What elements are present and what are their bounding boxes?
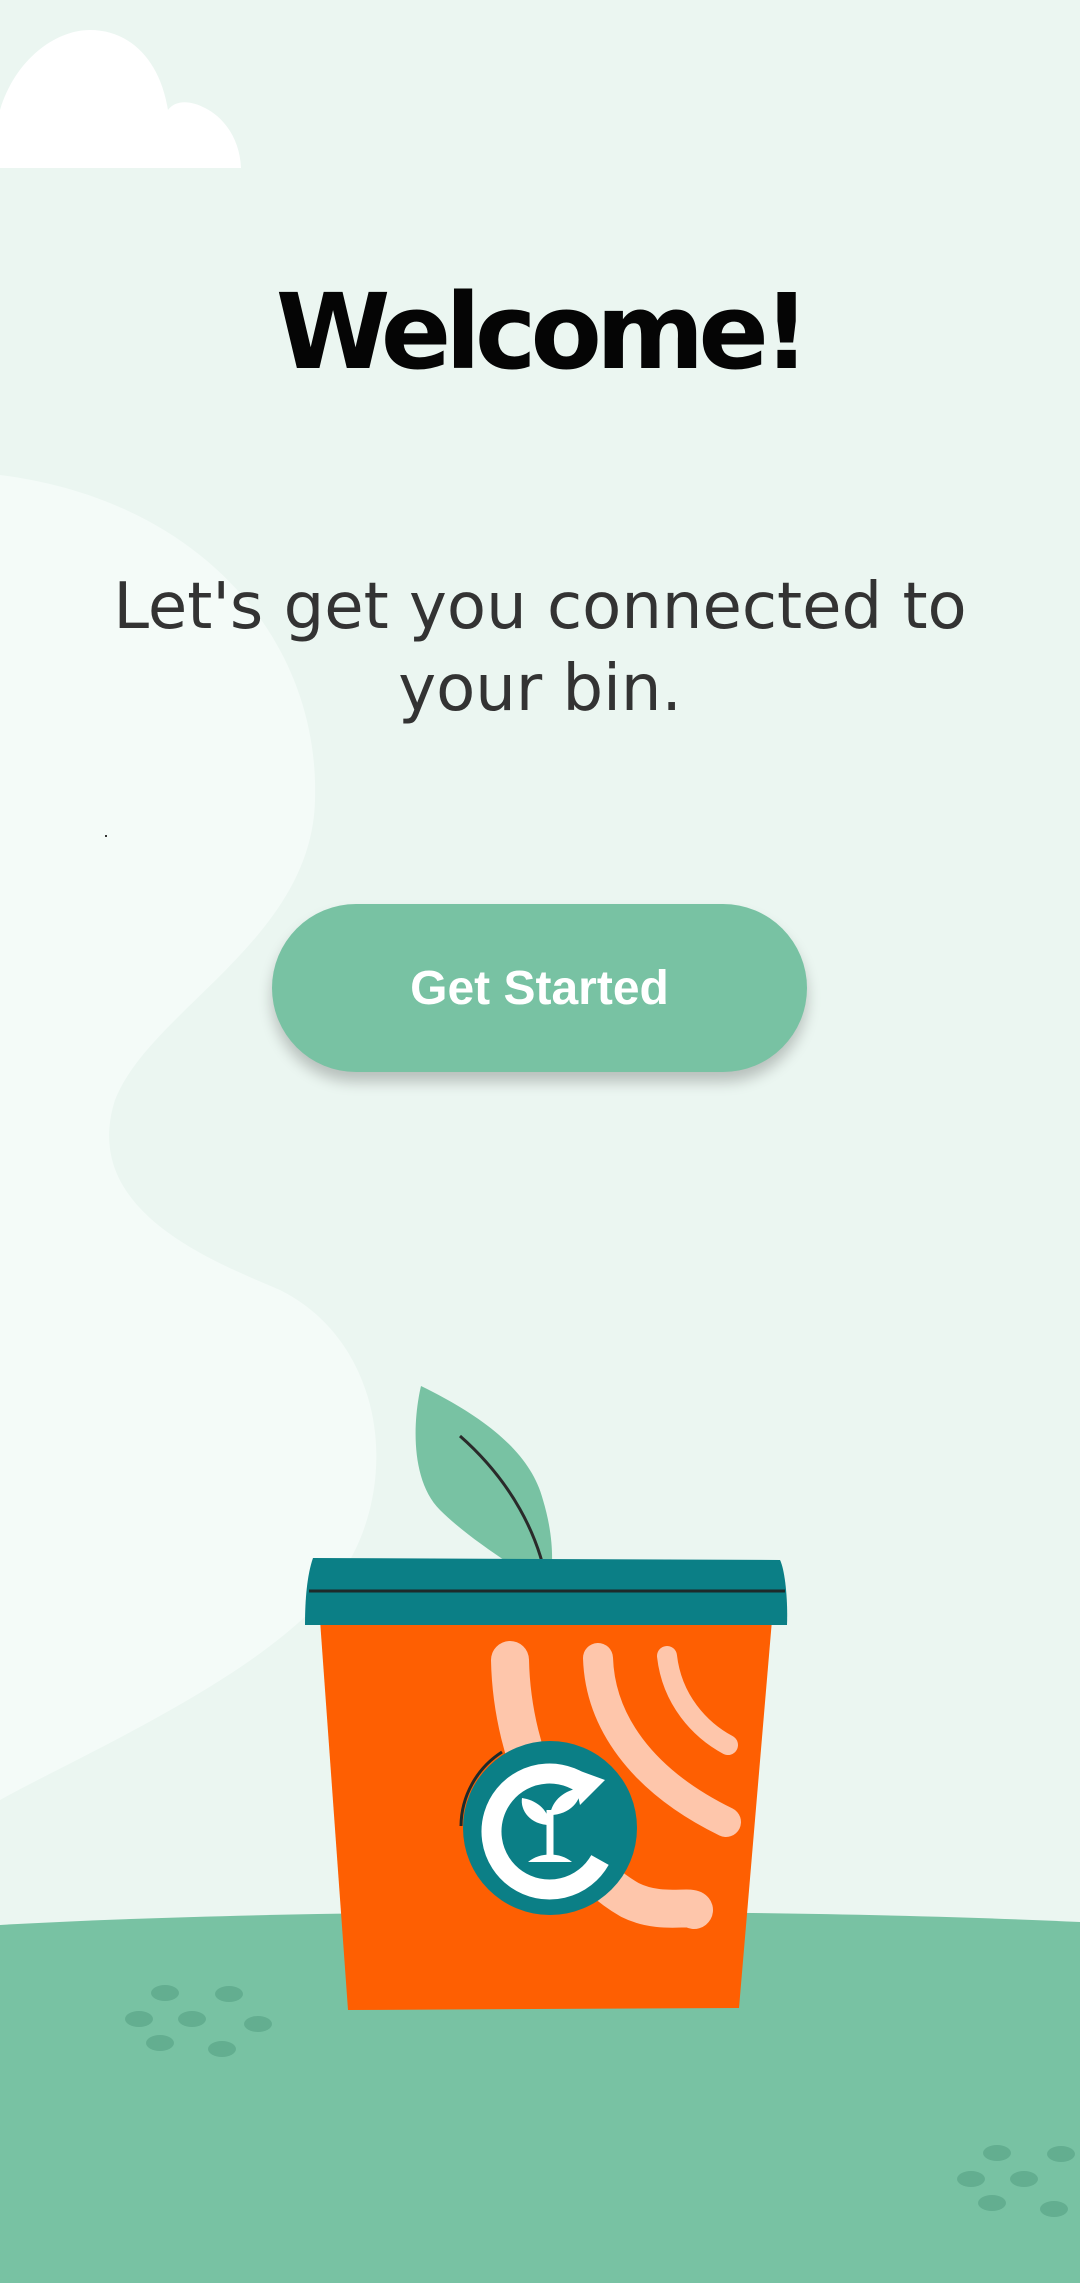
stray-dot <box>105 835 107 837</box>
get-started-button[interactable]: Get Started <box>272 904 807 1072</box>
cloud-icon <box>0 30 241 168</box>
page-title: Welcome! <box>275 271 811 393</box>
welcome-subtitle: Let's get you connected to your bin. <box>113 570 967 726</box>
ground <box>0 1911 1080 2283</box>
